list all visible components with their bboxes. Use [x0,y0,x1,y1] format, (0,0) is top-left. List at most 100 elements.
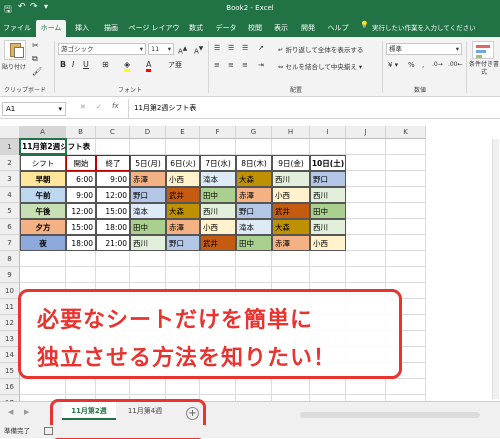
bold-icon[interactable]: B [60,60,66,70]
tab-5[interactable]: 数式 [184,21,208,35]
row-header-6[interactable]: 6 [0,219,20,235]
grid-cell[interactable] [346,155,386,171]
scroll-left-icon[interactable]: ◀ [8,408,13,416]
column-header-C[interactable]: C [96,126,130,139]
column-header-F[interactable]: F [200,126,236,139]
confirm-entry-icon[interactable]: ✓ [96,103,102,111]
italic-icon[interactable]: I [72,60,74,70]
column-header-I[interactable]: I [310,126,346,139]
merge-center-button[interactable]: ⇔ セルを結合して中央揃え ▾ [278,61,362,71]
copy-icon[interactable]: ⧉ [32,54,38,64]
row-header-10[interactable]: 10 [0,283,20,299]
grid-cell[interactable] [236,379,272,395]
row-header-1[interactable]: 1 [0,139,20,155]
row-header-7[interactable]: 7 [0,235,20,251]
border-icon[interactable]: ⊞ [102,60,109,70]
grid-cell[interactable] [386,219,426,235]
grid-cell[interactable] [346,203,386,219]
grid-cell[interactable] [236,267,272,283]
column-header-B[interactable]: B [66,126,96,139]
column-header-H[interactable]: H [272,126,310,139]
paste-button[interactable]: 貼り付け [2,62,26,71]
grid-cell[interactable] [386,235,426,251]
grow-font-icon[interactable]: A▲ [178,44,187,56]
grid-cell[interactable] [272,251,310,267]
row-header-2[interactable]: 2 [0,155,20,171]
grid-cell[interactable] [310,379,346,395]
indent-icon[interactable]: ⇥ [258,60,264,70]
grid-cell[interactable] [346,267,386,283]
grid-cell[interactable] [200,379,236,395]
align-left-icon[interactable]: ≡ [214,60,220,70]
row-header-13[interactable]: 13 [0,331,20,347]
grid-cell[interactable] [166,139,200,155]
grid-cell[interactable] [386,139,426,155]
orientation-icon[interactable]: ↗ [258,43,264,53]
align-bottom-icon[interactable]: ☰ [242,43,248,53]
tab-10[interactable]: ヘルプ [324,21,352,35]
column-header-K[interactable]: K [386,126,426,139]
currency-icon[interactable]: ¥ ▾ [388,60,398,70]
conditional-format-button[interactable]: 条件付き書式 [469,61,499,77]
row-header-16[interactable]: 16 [0,379,20,395]
shrink-font-icon[interactable]: A▼ [194,44,203,56]
grid-cell[interactable] [96,379,130,395]
align-center-icon[interactable]: ≡ [228,60,234,70]
row-header-8[interactable]: 8 [0,251,20,267]
tab-2[interactable]: 挿入 [70,21,94,35]
grid-cell[interactable] [236,139,272,155]
grid-cell[interactable] [66,267,96,283]
grid-cell[interactable] [272,379,310,395]
select-all-corner[interactable] [0,126,20,139]
font-color-icon[interactable]: A [146,60,152,72]
row-header-15[interactable]: 15 [0,363,20,379]
grid-cell[interactable] [20,379,66,395]
grid-cell[interactable] [346,235,386,251]
grid-cell[interactable] [386,171,426,187]
paste-icon[interactable] [4,40,26,60]
format-painter-icon[interactable]: 🖌 [32,67,42,77]
grid-cell[interactable] [346,379,386,395]
cut-icon[interactable]: ✂ [32,41,39,51]
grid-cell[interactable] [346,171,386,187]
row-header-12[interactable]: 12 [0,315,20,331]
grid-cell[interactable] [386,379,426,395]
row-header-14[interactable]: 14 [0,347,20,363]
grid-cell[interactable] [386,267,426,283]
grid-cell[interactable] [272,267,310,283]
horizontal-scrollbar[interactable] [300,412,480,418]
row-header-11[interactable]: 11 [0,299,20,315]
formula-input[interactable]: 11月第2週シフト表 [134,103,196,113]
column-header-E[interactable]: E [166,126,200,139]
conditional-format-icon[interactable] [472,41,494,59]
row-header-4[interactable]: 4 [0,187,20,203]
increase-decimal-icon[interactable]: .0→ [432,60,443,70]
grid-cell[interactable] [272,139,310,155]
grid-cell[interactable] [130,267,166,283]
grid-cell[interactable] [310,251,346,267]
grid-cell[interactable] [346,139,386,155]
grid-cell[interactable] [310,267,346,283]
grid-cell[interactable] [166,251,200,267]
scroll-right-icon[interactable]: ▶ [24,408,29,416]
tab-6[interactable]: データ [212,21,240,35]
grid-cell[interactable] [96,251,130,267]
tab-0[interactable]: ファイル [2,21,32,35]
comma-icon[interactable]: , [422,60,424,70]
grid-cell[interactable] [386,155,426,171]
tab-8[interactable]: 表示 [270,21,292,35]
font-name-select[interactable]: 游ゴシック ▾ [58,43,146,55]
grid-cell[interactable] [200,251,236,267]
grid-cell[interactable] [20,251,66,267]
fill-color-icon[interactable]: ◈ [124,60,131,72]
selected-cell-a1[interactable] [19,138,67,155]
decrease-decimal-icon[interactable]: .00← [448,60,463,70]
grid-cell[interactable] [166,267,200,283]
grid-cell[interactable] [386,203,426,219]
vertical-scrollbar[interactable] [492,139,499,399]
phonetic-icon[interactable]: ア亜 [168,60,182,70]
grid-cell[interactable] [66,379,96,395]
grid-cell[interactable] [130,379,166,395]
number-format-select[interactable]: 標準 ▾ [386,43,462,55]
row-header-9[interactable]: 9 [0,267,20,283]
